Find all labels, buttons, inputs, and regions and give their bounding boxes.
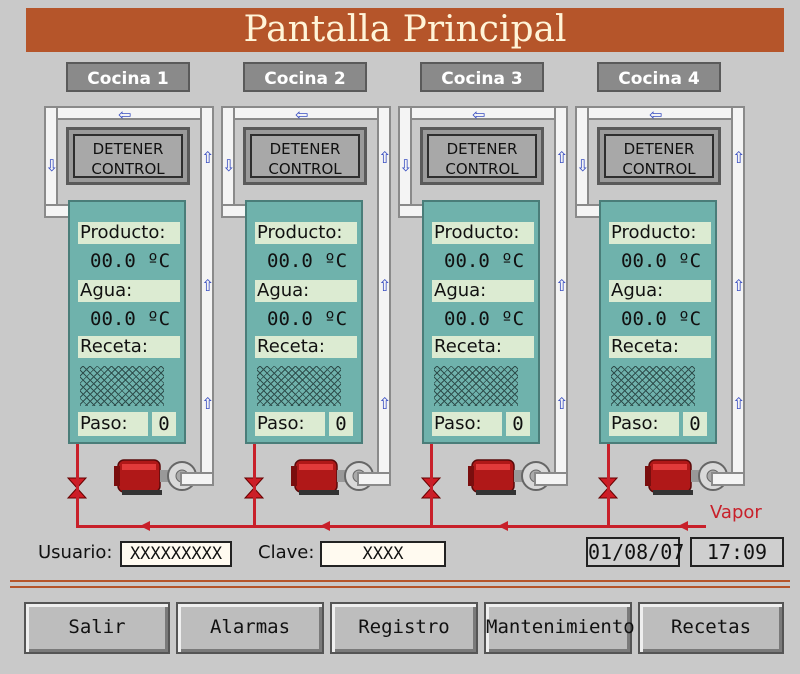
clave-field[interactable]: XXXX (320, 541, 446, 567)
detener-control-button[interactable]: DETENER CONTROL (243, 127, 367, 185)
receta-value-pattern (257, 366, 341, 406)
paso-label: Paso: (609, 412, 679, 436)
detener-control-button[interactable]: DETENER CONTROL (597, 127, 721, 185)
flow-down-arrow-icon: ⇩ (399, 156, 413, 175)
receta-label: Receta: (78, 336, 180, 358)
button-line2: CONTROL (268, 160, 342, 178)
paso-label: Paso: (432, 412, 502, 436)
paso-value: 0 (329, 412, 353, 436)
receta-label: Receta: (255, 336, 357, 358)
flow-up-arrow-icon: ⇧ (732, 276, 746, 295)
flow-up-arrow-icon: ⇧ (201, 394, 215, 413)
detener-control-button[interactable]: DETENER CONTROL (66, 127, 190, 185)
steam-branch (430, 444, 433, 526)
usuario-label: Usuario: (38, 542, 113, 563)
receta-value-pattern (611, 366, 695, 406)
steam-main-line (76, 525, 706, 528)
cocina-name: Cocina 4 (597, 62, 721, 92)
flow-down-arrow-icon: ⇩ (576, 156, 590, 175)
clave-label: Clave: (258, 542, 315, 563)
flow-up-arrow-icon: ⇧ (201, 276, 215, 295)
receta-value-pattern (434, 366, 518, 406)
agua-temp: 00.0 ºC (90, 308, 171, 330)
tank: Producto: 00.0 ºC Agua: 00.0 ºC Receta: … (68, 200, 186, 444)
button-line1: DETENER (269, 140, 341, 158)
button-line2: CONTROL (622, 160, 696, 178)
producto-temp: 00.0 ºC (621, 250, 702, 272)
producto-label: Producto: (255, 222, 357, 244)
nav-button-recetas[interactable]: Recetas (638, 602, 784, 654)
button-line1: DETENER (92, 140, 164, 158)
paso-label: Paso: (78, 412, 148, 436)
pump-pipe (357, 472, 391, 486)
paso-value: 0 (506, 412, 530, 436)
flow-down-arrow-icon: ⇩ (45, 156, 59, 175)
pump-pipe (180, 472, 214, 486)
receta-label: Receta: (432, 336, 534, 358)
steam-branch (76, 444, 79, 526)
flow-left-arrow-icon: ⇦ (649, 105, 663, 124)
divider (10, 580, 790, 582)
paso-label: Paso: (255, 412, 325, 436)
agua-label: Agua: (432, 280, 534, 302)
nav-button-alarmas[interactable]: Alarmas (176, 602, 324, 654)
pump-pipe (534, 472, 568, 486)
button-line2: CONTROL (445, 160, 519, 178)
date-readout: 01/08/07 (586, 537, 684, 567)
usuario-field[interactable]: XXXXXXXXX (120, 541, 232, 567)
cocina-name: Cocina 3 (420, 62, 544, 92)
button-line2: CONTROL (91, 160, 165, 178)
tank: Producto: 00.0 ºC Agua: 00.0 ºC Receta: … (245, 200, 363, 444)
flow-left-arrow-icon: ⇦ (118, 105, 132, 124)
button-line1: DETENER (446, 140, 518, 158)
agua-temp: 00.0 ºC (621, 308, 702, 330)
time-readout: 17:09 (690, 537, 784, 567)
tank: Producto: 00.0 ºC Agua: 00.0 ºC Receta: … (422, 200, 540, 444)
steam-branch (607, 444, 610, 526)
agua-label: Agua: (255, 280, 357, 302)
flow-up-arrow-icon: ⇧ (378, 148, 392, 167)
flow-up-arrow-icon: ⇧ (555, 276, 569, 295)
flow-down-arrow-icon: ⇩ (222, 156, 236, 175)
agua-label: Agua: (78, 280, 180, 302)
tank: Producto: 00.0 ºC Agua: 00.0 ºC Receta: … (599, 200, 717, 444)
flow-left-arrow-icon: ⇦ (295, 105, 309, 124)
producto-label: Producto: (432, 222, 534, 244)
producto-label: Producto: (78, 222, 180, 244)
receta-label: Receta: (609, 336, 711, 358)
divider (10, 586, 790, 588)
nav-button-mantenimiento[interactable]: Mantenimiento (484, 602, 635, 654)
flow-up-arrow-icon: ⇧ (732, 394, 746, 413)
nav-button-registro[interactable]: Registro (330, 602, 478, 654)
producto-temp: 00.0 ºC (444, 250, 525, 272)
flow-up-arrow-icon: ⇧ (555, 148, 569, 167)
flow-left-arrow-icon: ⇦ (472, 105, 486, 124)
button-line1: DETENER (623, 140, 695, 158)
paso-value: 0 (152, 412, 176, 436)
paso-value: 0 (683, 412, 707, 436)
vapor-label: Vapor (710, 502, 762, 523)
flow-up-arrow-icon: ⇧ (378, 394, 392, 413)
cocina-name: Cocina 1 (66, 62, 190, 92)
detener-control-button[interactable]: DETENER CONTROL (420, 127, 544, 185)
flow-up-arrow-icon: ⇧ (555, 394, 569, 413)
receta-value-pattern (80, 366, 164, 406)
flow-up-arrow-icon: ⇧ (201, 148, 215, 167)
flow-up-arrow-icon: ⇧ (732, 148, 746, 167)
flow-up-arrow-icon: ⇧ (378, 276, 392, 295)
steam-branch (253, 444, 256, 526)
cocina-name: Cocina 2 (243, 62, 367, 92)
nav-button-salir[interactable]: Salir (24, 602, 170, 654)
page-title: Pantalla Principal (26, 8, 784, 52)
producto-temp: 00.0 ºC (90, 250, 171, 272)
producto-label: Producto: (609, 222, 711, 244)
agua-temp: 00.0 ºC (444, 308, 525, 330)
agua-label: Agua: (609, 280, 711, 302)
producto-temp: 00.0 ºC (267, 250, 348, 272)
pump-pipe (711, 472, 745, 486)
agua-temp: 00.0 ºC (267, 308, 348, 330)
